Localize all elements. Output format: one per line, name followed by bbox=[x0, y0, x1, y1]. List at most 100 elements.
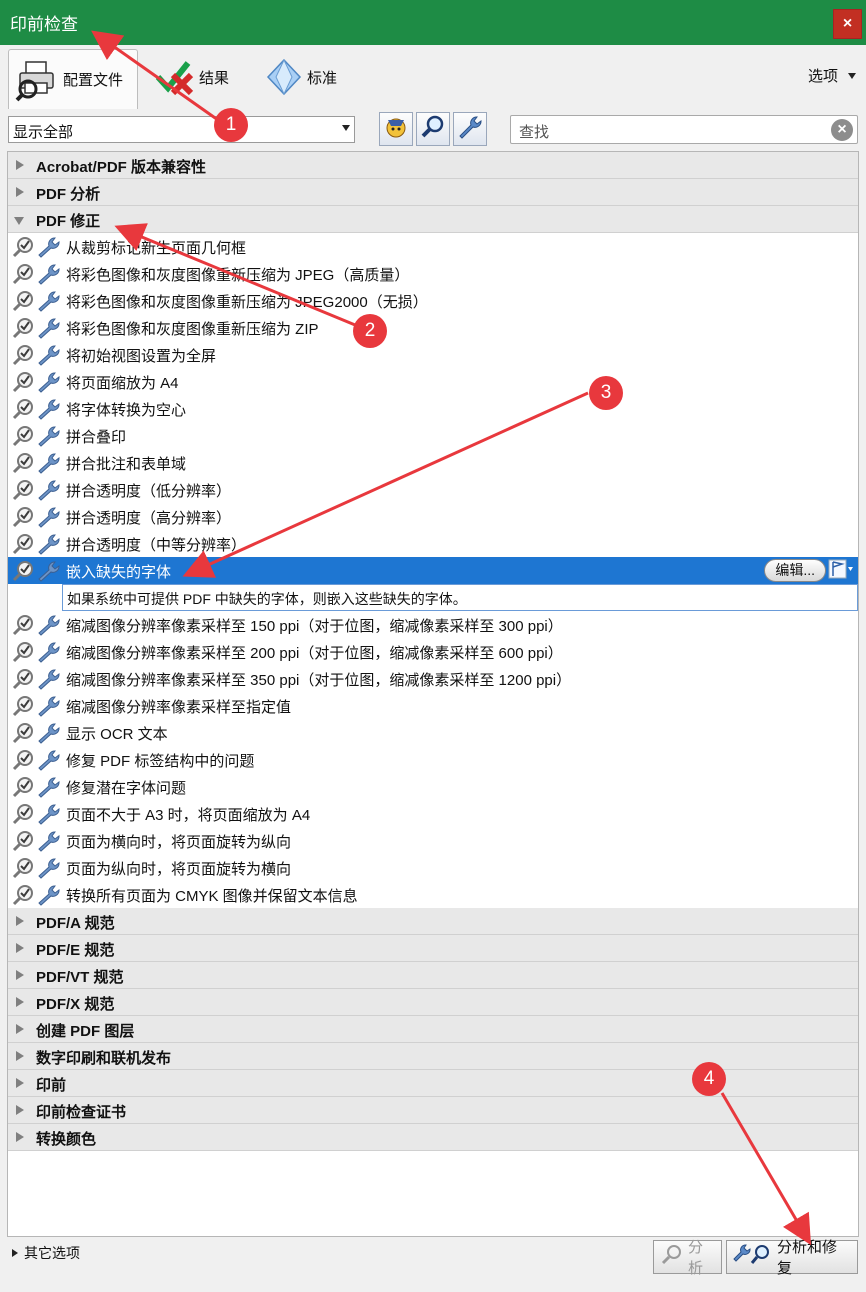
fixup-item[interactable]: 缩减图像分辨率像素采样至 150 ppi（对于位图，缩减像素采样至 300 pp… bbox=[8, 611, 858, 638]
chevron-down-icon bbox=[342, 125, 350, 131]
item-icons bbox=[12, 776, 62, 802]
check-magnifier-icon bbox=[12, 236, 36, 262]
fixup-item[interactable]: 将彩色图像和灰度图像重新压缩为 JPEG（高质量） bbox=[8, 260, 858, 287]
category-row[interactable]: PDF/X 规范 bbox=[8, 989, 858, 1016]
fixup-item[interactable]: 页面为纵向时，将页面旋转为横向 bbox=[8, 854, 858, 881]
fixup-label: 将彩色图像和灰度图像重新压缩为 JPEG（高质量） bbox=[66, 267, 410, 284]
clear-search-icon[interactable]: × bbox=[831, 119, 853, 141]
category-row[interactable]: 转换颜色 bbox=[8, 1124, 858, 1151]
check-magnifier-icon bbox=[12, 398, 36, 424]
fixup-item[interactable]: 拼合叠印 bbox=[8, 422, 858, 449]
fixup-item[interactable]: 将字体转换为空心 bbox=[8, 395, 858, 422]
close-button[interactable]: × bbox=[833, 9, 862, 39]
category-row[interactable]: Acrobat/PDF 版本兼容性 bbox=[8, 152, 858, 179]
fixup-label: 从裁剪标记新生页面几何框 bbox=[66, 240, 247, 257]
item-icons bbox=[12, 857, 62, 883]
wrench-icon bbox=[36, 236, 62, 262]
category-row[interactable]: 印前 bbox=[8, 1070, 858, 1097]
tab-profiles[interactable]: 配置文件 bbox=[8, 49, 138, 109]
fixup-button[interactable] bbox=[453, 112, 487, 146]
fixup-item[interactable]: 显示 OCR 文本 bbox=[8, 719, 858, 746]
tab-results[interactable]: 结果 bbox=[155, 49, 245, 105]
wrench-icon bbox=[36, 263, 62, 289]
wrench-icon bbox=[36, 830, 62, 856]
check-magnifier-icon bbox=[12, 560, 36, 586]
flag-icon bbox=[828, 558, 854, 584]
more-options[interactable]: 其它选项 bbox=[12, 1243, 80, 1263]
item-icons bbox=[12, 533, 62, 559]
fixup-label: 将字体转换为空心 bbox=[66, 402, 187, 419]
wrench-icon bbox=[36, 398, 62, 424]
fixup-label: 修复潜在字体问题 bbox=[66, 780, 187, 797]
fixup-item[interactable]: 修复潜在字体问题 bbox=[8, 773, 858, 800]
annotation-badge-2: 2 bbox=[353, 314, 387, 348]
category-row[interactable]: PDF 修正 bbox=[8, 206, 858, 233]
analyze-fix-button[interactable]: 分析和修复 bbox=[726, 1239, 858, 1277]
fixup-item[interactable]: 缩减图像分辨率像素采样至指定值 bbox=[8, 692, 858, 719]
collapsed-triangle-icon bbox=[16, 160, 24, 170]
category-row[interactable]: PDF/VT 规范 bbox=[8, 962, 858, 989]
fixup-item[interactable]: 修复 PDF 标签结构中的问题 bbox=[8, 746, 858, 773]
wizard-button[interactable] bbox=[379, 112, 413, 146]
fixup-item[interactable]: 将页面缩放为 A4 bbox=[8, 368, 858, 395]
options-menu[interactable]: 选项 bbox=[808, 65, 856, 86]
options-label: 选项 bbox=[807, 68, 838, 85]
fixup-item[interactable]: 拼合透明度（中等分辨率） bbox=[8, 530, 858, 557]
edit-button[interactable]: 编辑... bbox=[764, 559, 826, 582]
wrench-icon bbox=[36, 533, 62, 559]
wrench-icon bbox=[36, 722, 62, 748]
fixup-description: 如果系统中可提供 PDF 中缺失的字体，则嵌入这些缺失的字体。 bbox=[62, 584, 858, 611]
fixup-item[interactable]: 转换所有页面为 CMYK 图像并保留文本信息 bbox=[8, 881, 858, 908]
fixup-label: 修复 PDF 标签结构中的问题 bbox=[66, 753, 255, 770]
fixup-item[interactable]: 将彩色图像和灰度图像重新压缩为 JPEG2000（无损） bbox=[8, 287, 858, 314]
fixup-item[interactable]: 页面为横向时，将页面旋转为纵向 bbox=[8, 827, 858, 854]
item-icons bbox=[12, 506, 62, 532]
wrench-icon bbox=[36, 803, 62, 829]
item-icons bbox=[12, 479, 62, 505]
wrench-icon bbox=[36, 317, 62, 343]
wrench-icon bbox=[36, 776, 62, 802]
collapsed-triangle-icon bbox=[16, 1132, 24, 1142]
category-row[interactable]: PDF/E 规范 bbox=[8, 935, 858, 962]
filter-dropdown[interactable]: 显示全部 bbox=[8, 116, 355, 143]
printer-icon bbox=[15, 58, 59, 102]
tab-standards[interactable]: 标准 bbox=[265, 49, 355, 105]
wrench-icon bbox=[36, 371, 62, 397]
check-magnifier-icon bbox=[12, 317, 36, 343]
fixup-item[interactable]: 拼合透明度（高分辨率） bbox=[8, 503, 858, 530]
fixup-label: 拼合透明度（低分辨率） bbox=[66, 483, 232, 500]
fixup-item[interactable]: 从裁剪标记新生页面几何框 bbox=[8, 233, 858, 260]
fixup-item[interactable]: 拼合透明度（低分辨率） bbox=[8, 476, 858, 503]
fixup-item[interactable]: 缩减图像分辨率像素采样至 200 ppi（对于位图，缩减像素采样至 600 pp… bbox=[8, 638, 858, 665]
check-magnifier-icon bbox=[12, 344, 36, 370]
category-label: PDF 分析 bbox=[36, 186, 101, 203]
fixup-item[interactable]: 页面不大于 A3 时，将页面缩放为 A4 bbox=[8, 800, 858, 827]
fixup-item-selected[interactable]: 嵌入缺失的字体 编辑... bbox=[8, 557, 858, 584]
footer: 其它选项 分析 分析和修复 bbox=[0, 1237, 866, 1292]
category-row[interactable]: 创建 PDF 图层 bbox=[8, 1016, 858, 1043]
item-icons bbox=[12, 722, 62, 748]
fixup-item[interactable]: 将初始视图设置为全屏 bbox=[8, 341, 858, 368]
wrench-icon bbox=[36, 884, 62, 910]
wrench-icon bbox=[36, 290, 62, 316]
fixup-item[interactable]: 缩减图像分辨率像素采样至 350 ppi（对于位图，缩减像素采样至 1200 p… bbox=[8, 665, 858, 692]
check-magnifier-icon bbox=[12, 533, 36, 559]
category-label: PDF/VT 规范 bbox=[36, 969, 124, 986]
fixup-label: 页面为纵向时，将页面旋转为横向 bbox=[66, 861, 292, 878]
item-icons bbox=[12, 371, 62, 397]
search-input[interactable]: 查找 × bbox=[510, 115, 858, 144]
analyze-button[interactable]: 分析 bbox=[653, 1239, 722, 1277]
category-row[interactable]: 印前检查证书 bbox=[8, 1097, 858, 1124]
category-row[interactable]: PDF/A 规范 bbox=[8, 908, 858, 935]
search-placeholder: 查找 bbox=[519, 124, 550, 141]
flag-menu-button[interactable] bbox=[828, 559, 856, 582]
category-row[interactable]: 数字印刷和联机发布 bbox=[8, 1043, 858, 1070]
fixup-label: 缩减图像分辨率像素采样至 350 ppi（对于位图，缩减像素采样至 1200 p… bbox=[66, 672, 572, 689]
wrench-magnifier-icon bbox=[733, 1243, 773, 1271]
item-icons bbox=[12, 749, 62, 775]
inspect-button[interactable] bbox=[416, 112, 450, 146]
check-magnifier-icon bbox=[12, 776, 36, 802]
fixup-item[interactable]: 拼合批注和表单域 bbox=[8, 449, 858, 476]
fixup-item[interactable]: 将彩色图像和灰度图像重新压缩为 ZIP bbox=[8, 314, 858, 341]
category-row[interactable]: PDF 分析 bbox=[8, 179, 858, 206]
